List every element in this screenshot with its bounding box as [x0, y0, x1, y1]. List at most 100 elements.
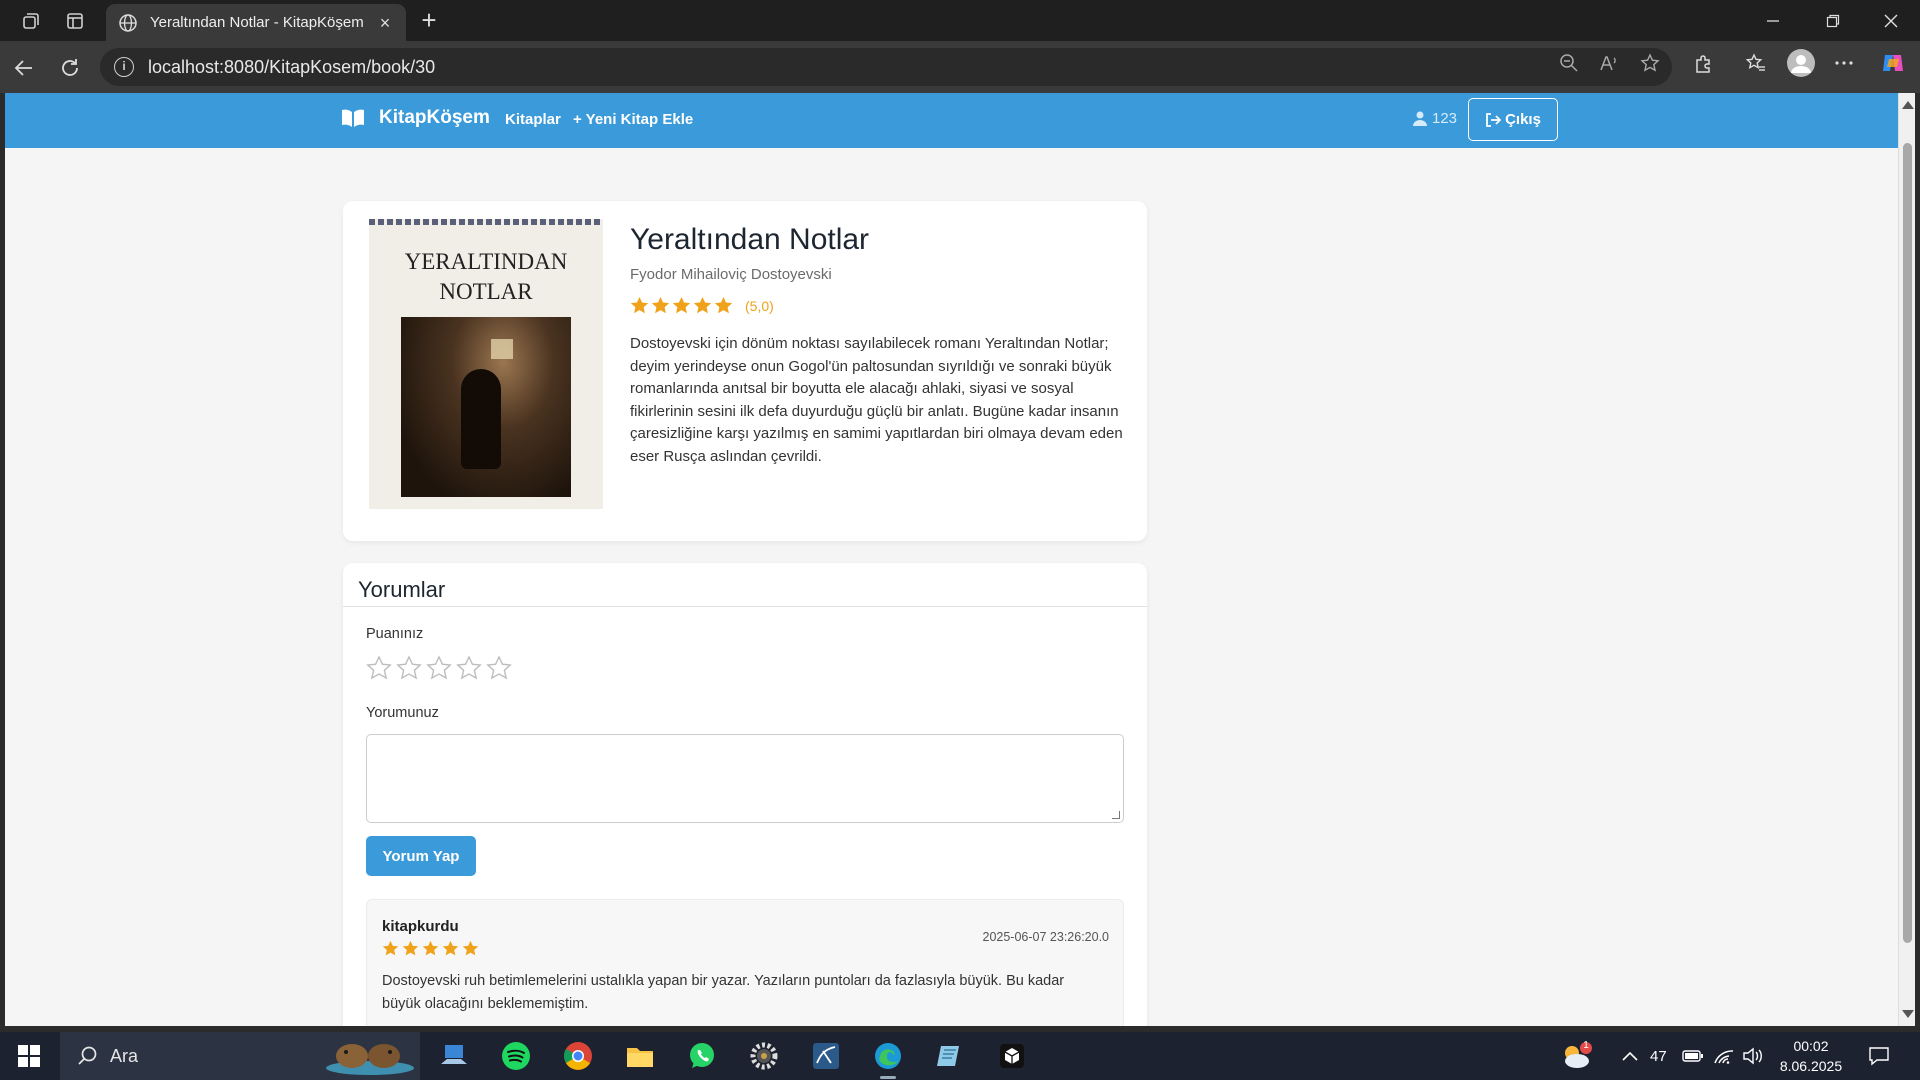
cover-title: YERALTINDAN NOTLAR: [404, 249, 568, 304]
reviews-card: Yorumlar Puanınız Yorumunuz Yorum Yap ki…: [343, 563, 1147, 1026]
star-filled-icon: [462, 940, 479, 956]
star-filled-icon: [630, 296, 649, 314]
taskbar-app-laptop-icon[interactable]: [436, 1038, 472, 1074]
star-empty-icon[interactable]: [366, 655, 392, 681]
scroll-up-arrow-icon[interactable]: [1902, 101, 1914, 109]
star-filled-icon: [693, 296, 712, 314]
scroll-down-arrow-icon[interactable]: [1902, 1010, 1914, 1018]
back-icon[interactable]: [10, 54, 38, 82]
volume-icon[interactable]: [1742, 1032, 1764, 1080]
review-item: kitapkurdu 2025-06-07 23:26:20.0 Dostoye…: [366, 899, 1124, 1026]
page-viewport: KitapKöşem Kitaplar + Yeni Kitap Ekle 12…: [5, 93, 1898, 1026]
reload-icon[interactable]: [56, 54, 84, 82]
clock-time: 00:02: [1793, 1038, 1829, 1054]
sign-out-icon: [1486, 112, 1502, 127]
minimize-icon[interactable]: [1744, 0, 1802, 41]
open-book-icon: [342, 109, 364, 127]
tray-overflow-chevron-icon[interactable]: [1622, 1032, 1638, 1080]
brand-name: KitapKöşem: [379, 107, 490, 128]
taskbar-chrome-icon[interactable]: [560, 1038, 596, 1074]
taskbar-clock[interactable]: 00:02 8.06.2025: [1766, 1036, 1856, 1076]
star-filled-icon: [402, 940, 419, 956]
search-highlight-art: [326, 1044, 414, 1075]
page-scrollbar[interactable]: [1898, 93, 1915, 1026]
review-date: 2025-06-07 23:26:20.0: [982, 930, 1110, 944]
vertical-tabs-icon[interactable]: [62, 8, 88, 34]
review-text: Dostoyevski ruh betimlemelerini ustalıkl…: [382, 973, 1065, 1012]
review-username: kitapkurdu: [382, 918, 459, 935]
weather-widget[interactable]: 1: [1560, 1032, 1594, 1080]
rating-value: (5,0): [745, 297, 774, 314]
browser-tab[interactable]: Yeraltından Notlar - KitapKöşem ×: [106, 4, 406, 41]
nav-link-books[interactable]: Kitaplar: [505, 111, 561, 128]
rating-picker[interactable]: [366, 655, 516, 681]
star-empty-icon[interactable]: [486, 655, 512, 681]
user-icon: [1413, 111, 1427, 126]
search-icon: [78, 1046, 97, 1065]
star-filled-icon: [422, 940, 439, 956]
battery-icon[interactable]: [1682, 1032, 1704, 1080]
book-rating: (5,0): [630, 296, 774, 315]
scrollbar-thumb[interactable]: [1903, 143, 1912, 943]
taskbar-file-explorer-icon[interactable]: [622, 1038, 658, 1074]
taskbar-spotify-icon[interactable]: [498, 1038, 534, 1074]
more-options-icon[interactable]: [1830, 49, 1858, 77]
nav-link-add-book[interactable]: + Yeni Kitap Ekle: [573, 111, 693, 128]
windows-start-icon[interactable]: [18, 1045, 40, 1067]
search-placeholder: Ara: [110, 1045, 139, 1066]
submit-review-button[interactable]: Yorum Yap: [366, 836, 476, 876]
star-filled-icon: [672, 296, 691, 314]
globe-icon: [119, 13, 137, 32]
book-title: Yeraltından Notlar: [630, 223, 870, 256]
new-tab-button[interactable]: +: [414, 6, 444, 36]
weather-badge: 1: [1583, 1040, 1589, 1051]
notifications-icon[interactable]: [1868, 1032, 1890, 1080]
star-empty-icon[interactable]: [456, 655, 482, 681]
star-empty-icon[interactable]: [396, 655, 422, 681]
close-tab-icon[interactable]: ×: [376, 14, 394, 32]
extensions-icon[interactable]: [1690, 49, 1718, 77]
logout-label: Çıkış: [1505, 111, 1541, 128]
cover-window: [491, 339, 513, 359]
app-navbar: KitapKöşem Kitaplar + Yeni Kitap Ekle 12…: [5, 93, 1898, 148]
favorite-star-icon[interactable]: [1636, 49, 1664, 77]
brand-logo[interactable]: KitapKöşem: [341, 107, 490, 129]
star-filled-icon: [442, 940, 459, 956]
tray-temperature[interactable]: 47: [1650, 1032, 1667, 1080]
taskbar-notes-app-icon[interactable]: [932, 1038, 968, 1074]
site-info-icon[interactable]: i: [114, 57, 134, 77]
copilot-icon[interactable]: [1877, 47, 1909, 79]
reviews-heading: Yorumlar: [343, 563, 1147, 607]
star-filled-icon: [714, 296, 733, 314]
restore-icon[interactable]: [1804, 0, 1862, 41]
book-detail-card: YERALTINDAN NOTLAR Yeraltından Notlar Fy…: [343, 201, 1147, 541]
favorites-icon[interactable]: [1742, 49, 1770, 77]
logout-button[interactable]: Çıkış: [1468, 98, 1558, 141]
taskbar-mysql-workbench-icon[interactable]: [808, 1038, 844, 1074]
comment-label: Yorumunuz: [366, 705, 439, 721]
user-chip[interactable]: 123: [1413, 110, 1457, 127]
windows-taskbar: Ara 1 47 00:02 8.06.2025: [0, 1032, 1920, 1080]
active-app-indicator: [880, 1076, 896, 1079]
url-text: localhost:8080/KitapKosem/book/30: [148, 56, 436, 77]
comment-textarea[interactable]: [366, 734, 1124, 823]
workspaces-icon[interactable]: [18, 8, 44, 34]
profile-avatar[interactable]: [1785, 47, 1817, 79]
taskbar-cube-app-icon[interactable]: [994, 1038, 1030, 1074]
taskbar-settings-gear-icon[interactable]: [746, 1038, 782, 1074]
address-bar-row: i localhost:8080/KitapKosem/book/30: [0, 41, 1920, 93]
taskbar-edge-icon[interactable]: [870, 1038, 906, 1079]
taskbar-whatsapp-icon[interactable]: [684, 1038, 720, 1074]
read-aloud-icon[interactable]: [1595, 49, 1623, 77]
clock-date: 8.06.2025: [1779, 1058, 1843, 1074]
close-window-icon[interactable]: [1862, 0, 1920, 41]
resize-handle[interactable]: [1112, 811, 1120, 819]
username: 123: [1432, 110, 1458, 127]
url-field[interactable]: i localhost:8080/KitapKosem/book/30: [100, 48, 1672, 86]
zoom-out-icon[interactable]: [1555, 49, 1583, 77]
wifi-icon[interactable]: [1714, 1032, 1734, 1080]
book-author[interactable]: Fyodor Mihailoviç Dostoyevski: [630, 266, 832, 283]
star-empty-icon[interactable]: [426, 655, 452, 681]
book-cover-image: YERALTINDAN NOTLAR: [369, 219, 603, 509]
star-filled-icon: [651, 296, 670, 314]
